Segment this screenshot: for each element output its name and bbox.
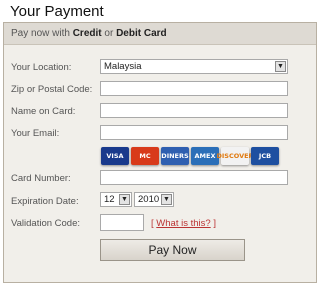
validation-label: Validation Code: (11, 218, 81, 229)
exp-year-select[interactable]: 2010 ▼ (134, 192, 174, 207)
exp-month-select[interactable]: 12 ▼ (100, 192, 132, 207)
exp-year-value: 2010 (138, 194, 160, 205)
visa-icon: VISA (101, 147, 129, 165)
location-value: Malaysia (104, 61, 142, 72)
panel-header: Pay now with Credit or Debit Card (4, 23, 316, 45)
exp-month-value: 12 (104, 194, 115, 205)
discover-icon: DISCOVER (216, 147, 254, 165)
help-close: ] (213, 218, 216, 229)
header-debit: Debit Card (116, 28, 167, 39)
help-open: [ (151, 218, 154, 229)
card-logos: VISA MC DINERS AMEX DISCOVER JCB (101, 147, 279, 165)
chevron-down-icon: ▼ (161, 194, 172, 205)
mastercard-icon: MC (131, 147, 159, 165)
header-or: or (104, 28, 114, 39)
location-select[interactable]: Malaysia ▼ (100, 59, 288, 74)
zip-label: Zip or Postal Code: (11, 84, 93, 95)
header-prefix: Pay now with (11, 28, 70, 39)
header-credit: Credit (72, 28, 102, 39)
chevron-down-icon: ▼ (119, 194, 130, 205)
email-field[interactable] (100, 125, 288, 140)
expiration-label: Expiration Date: (11, 196, 79, 207)
card-number-label: Card Number: (11, 173, 71, 184)
amex-icon: AMEX (191, 147, 219, 165)
what-is-this-link[interactable]: What is this? (156, 218, 210, 229)
validation-field[interactable] (100, 214, 144, 231)
chevron-down-icon: ▼ (275, 61, 286, 72)
location-label: Your Location: (11, 62, 72, 73)
email-label: Your Email: (11, 128, 60, 139)
help-text: [ What is this? ] (151, 218, 216, 229)
zip-field[interactable] (100, 81, 288, 96)
pay-now-button[interactable]: Pay Now (100, 239, 245, 261)
jcb-icon: JCB (251, 147, 279, 165)
name-label: Name on Card: (11, 106, 76, 117)
card-number-field[interactable] (100, 170, 288, 185)
page-title: Your Payment (10, 3, 104, 20)
diners-icon: DINERS (161, 147, 189, 165)
name-field[interactable] (100, 103, 288, 118)
